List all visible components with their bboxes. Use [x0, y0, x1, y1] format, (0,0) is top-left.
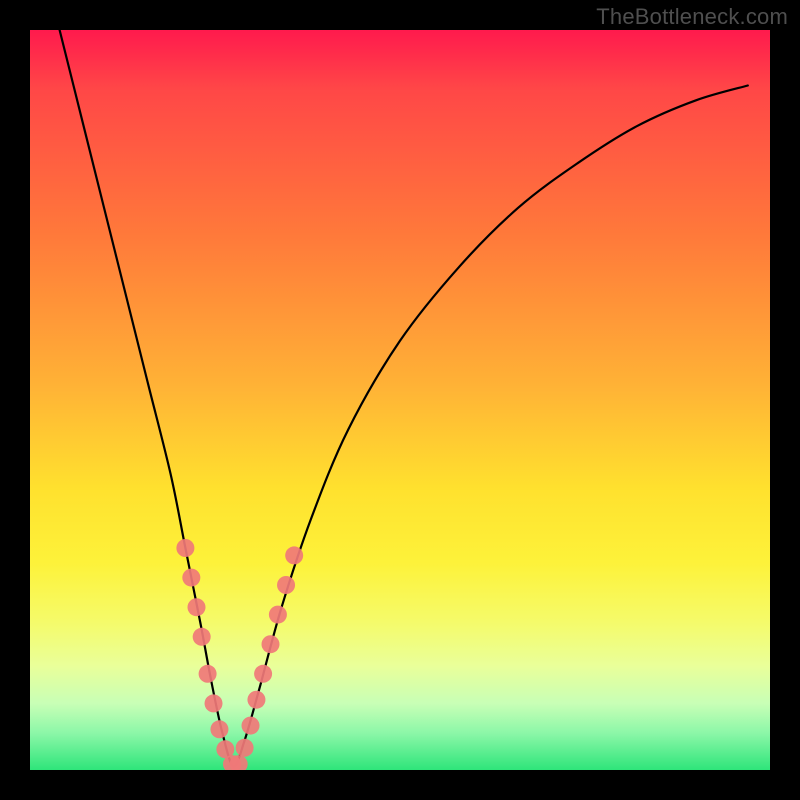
curve-marker [277, 576, 295, 594]
curve-marker [247, 691, 265, 709]
curve-marker [285, 546, 303, 564]
chart-frame: TheBottleneck.com [0, 0, 800, 800]
curve-marker [193, 628, 211, 646]
curve-marker [254, 665, 272, 683]
curve-marker [210, 720, 228, 738]
bottleneck-curve-path [60, 30, 748, 766]
bottleneck-markers [176, 539, 303, 770]
curve-marker [199, 665, 217, 683]
curve-marker [205, 694, 223, 712]
curve-marker [188, 598, 206, 616]
curve-marker [262, 635, 280, 653]
watermark-text: TheBottleneck.com [596, 4, 788, 30]
curve-marker [242, 717, 260, 735]
curve-marker [182, 569, 200, 587]
chart-plot-area [30, 30, 770, 770]
curve-marker [176, 539, 194, 557]
bottleneck-curve-svg [30, 30, 770, 770]
curve-marker [236, 739, 254, 757]
curve-marker [269, 606, 287, 624]
